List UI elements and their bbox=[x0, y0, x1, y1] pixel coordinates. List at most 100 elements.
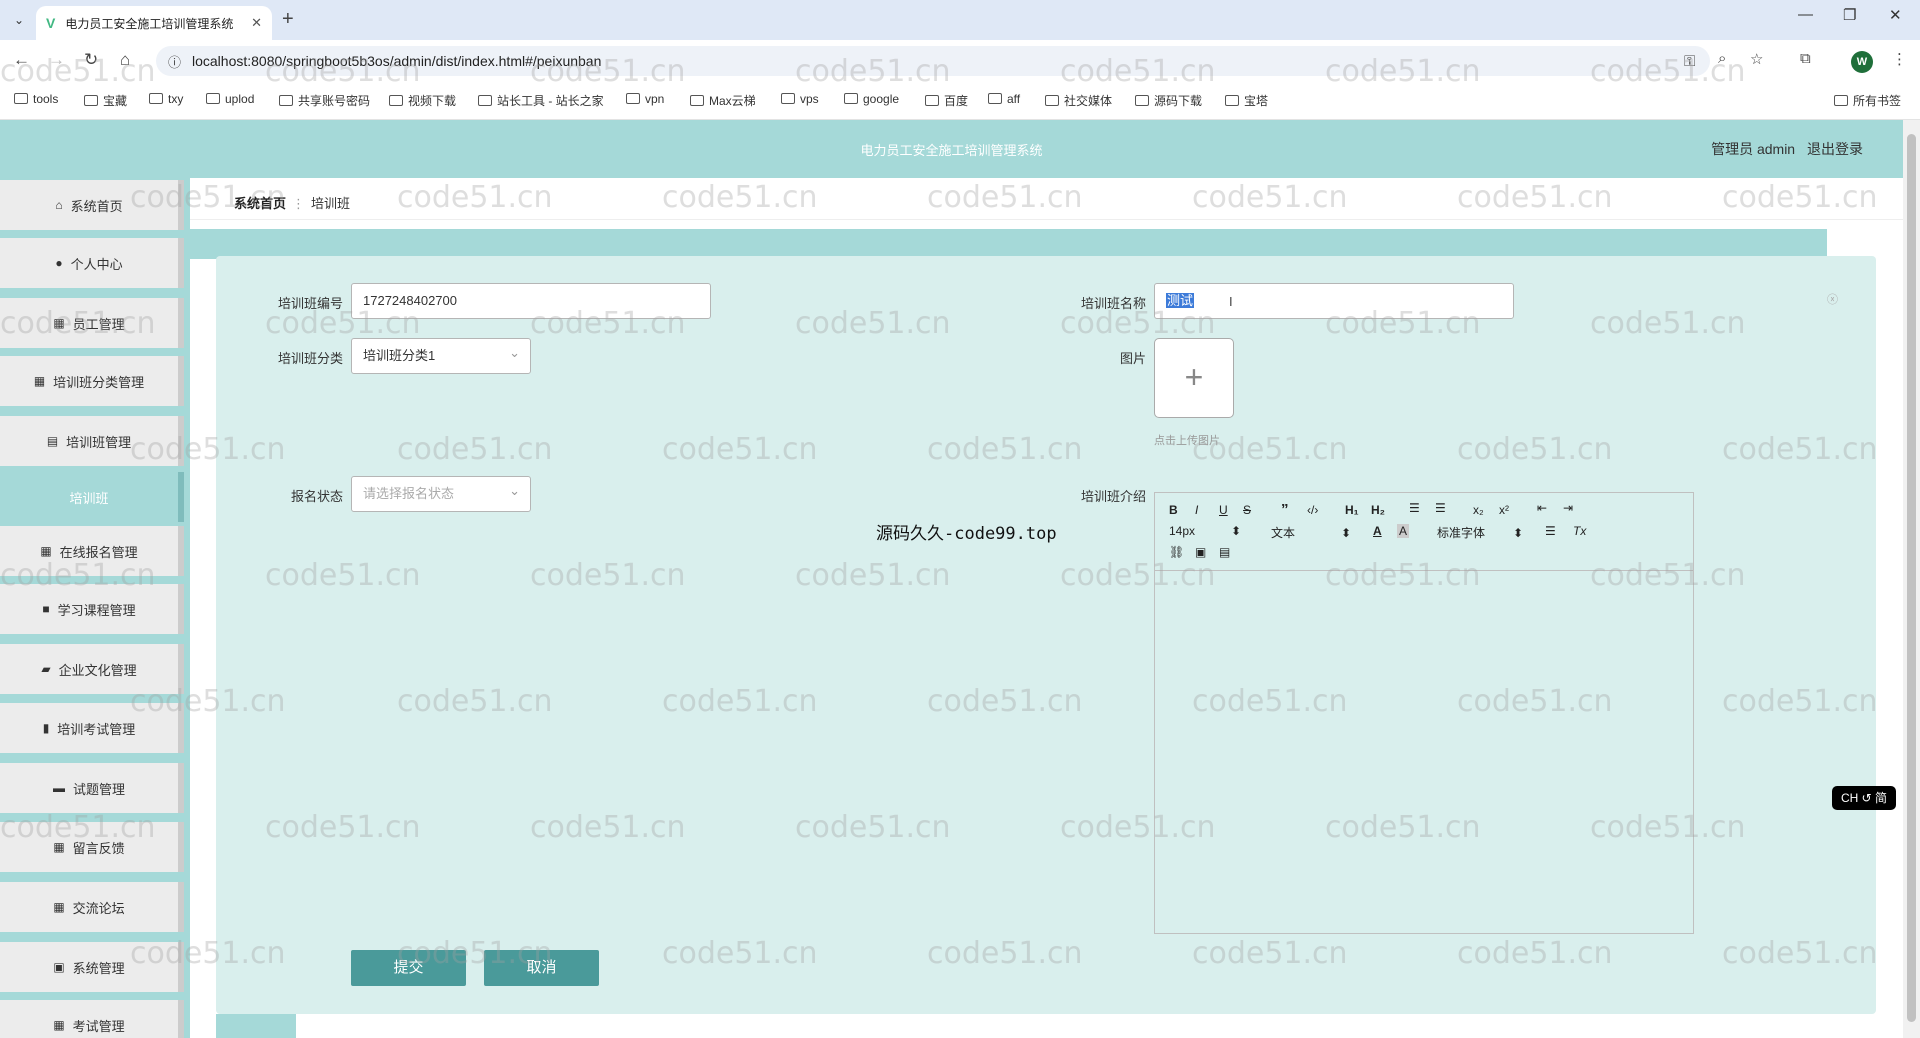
bookmark-item[interactable]: 宝藏 bbox=[84, 92, 127, 109]
page-scrollbar[interactable] bbox=[1903, 120, 1920, 1038]
sidebar-item-class-category[interactable]: ▦ 培训班分类管理 bbox=[0, 356, 184, 406]
sidebar-item-class-manage[interactable]: ▤ 培训班管理 bbox=[0, 416, 184, 466]
sidebar-item-class[interactable]: 培训班 bbox=[0, 472, 184, 522]
bookmark-item[interactable]: txy bbox=[149, 92, 183, 106]
folder-icon bbox=[389, 95, 403, 106]
bookmark-item[interactable]: aff bbox=[988, 92, 1020, 106]
bookmark-item[interactable]: vpn bbox=[626, 92, 664, 106]
bookmark-item[interactable]: 百度 bbox=[925, 92, 968, 109]
reload-icon[interactable]: ↻ bbox=[84, 50, 98, 70]
minimize-icon[interactable]: — bbox=[1798, 6, 1813, 23]
bookmark-item[interactable]: 共享账号密码 bbox=[279, 92, 370, 109]
submit-button[interactable]: 提交 bbox=[351, 950, 466, 986]
bookmark-item[interactable]: 站长工具 - 站长之家 bbox=[478, 92, 604, 109]
folder-icon bbox=[988, 93, 1002, 104]
browser-menu-icon[interactable]: ⋮ bbox=[1892, 50, 1907, 68]
font-size-select[interactable]: 14px ⬍ bbox=[1169, 524, 1241, 538]
bookmark-item[interactable]: tools bbox=[14, 92, 58, 106]
italic-icon[interactable]: I bbox=[1195, 503, 1198, 517]
bold-icon[interactable]: B bbox=[1169, 503, 1178, 517]
all-bookmarks[interactable]: 所有书签 bbox=[1834, 92, 1901, 109]
ordered-list-icon[interactable]: ☰ bbox=[1409, 501, 1420, 515]
forward-icon[interactable]: → bbox=[48, 50, 65, 70]
sidebar-item-forum[interactable]: ▦ 交流论坛 bbox=[0, 882, 184, 932]
code-input[interactable]: 1727248402700 bbox=[351, 283, 711, 319]
close-circle-icon[interactable]: ⓧ bbox=[1827, 291, 1838, 307]
indent-icon[interactable]: ⇥ bbox=[1563, 501, 1573, 515]
bookmark-item[interactable]: 宝塔 bbox=[1225, 92, 1268, 109]
status-label: 报名状态 bbox=[290, 489, 343, 504]
sidebar-item-system[interactable]: ▣ 系统管理 bbox=[0, 942, 184, 992]
browser-tab[interactable]: V 电力员工安全施工培训管理系统 ✕ bbox=[36, 6, 272, 40]
sidebar-item-enroll[interactable]: ▦ 在线报名管理 bbox=[0, 526, 184, 576]
bullet-list-icon[interactable]: ☰ bbox=[1435, 501, 1446, 515]
status-select[interactable]: 请选择报名状态 bbox=[351, 474, 531, 512]
strike-icon[interactable]: S bbox=[1243, 503, 1251, 517]
content-header-strip bbox=[190, 229, 1827, 259]
sidebar-item-employees[interactable]: ▦ 员工管理 bbox=[0, 298, 184, 348]
bookmark-item[interactable]: vps bbox=[781, 92, 819, 106]
quote-icon[interactable]: ” bbox=[1281, 501, 1289, 518]
url-bar[interactable]: ⓘ localhost:8080/springboot5b3os/admin/d… bbox=[156, 46, 1710, 76]
bookmark-item[interactable]: Max云梯 bbox=[690, 92, 756, 109]
h1-icon[interactable]: H₁ bbox=[1345, 503, 1359, 517]
link-icon[interactable]: ⛓ bbox=[1169, 545, 1184, 559]
outdent-icon[interactable]: ⇤ bbox=[1537, 501, 1547, 515]
address-toolbar: ← → ↻ ⌂ ⓘ localhost:8080/springboot5b3os… bbox=[0, 40, 1920, 82]
sidebar-item-exams[interactable]: ▦ 考试管理 bbox=[0, 1000, 184, 1038]
grid-icon: ▦ bbox=[40, 544, 52, 558]
folder-icon bbox=[14, 93, 28, 104]
superscript-icon[interactable]: x² bbox=[1499, 503, 1509, 517]
header-select[interactable]: 文本 ⬍ bbox=[1271, 524, 1351, 541]
category-select[interactable]: 培训班分类1 bbox=[351, 336, 531, 374]
video-icon[interactable]: ▤ bbox=[1219, 545, 1230, 559]
rich-text-editor[interactable]: B I U S ” ‹/› H₁ H₂ ☰ ☰ x₂ x² ⇤ ⇥ 14px ⬍ … bbox=[1154, 492, 1694, 934]
image-upload-button[interactable]: + bbox=[1154, 338, 1234, 418]
sidebar-item-home[interactable]: ⌂ 系统首页 bbox=[0, 180, 184, 230]
subscript-icon[interactable]: x₂ bbox=[1473, 503, 1484, 517]
restore-icon[interactable]: ❐ bbox=[1843, 6, 1856, 24]
ime-indicator[interactable]: CH ↺ 简 bbox=[1832, 786, 1896, 810]
underline-icon[interactable]: U bbox=[1219, 503, 1228, 517]
panel-footer-strip bbox=[216, 1014, 296, 1038]
cancel-button[interactable]: 取消 bbox=[484, 950, 599, 986]
password-key-icon[interactable]: ⚿ bbox=[1684, 53, 1695, 70]
sidebar-item-profile[interactable]: ● 个人中心 bbox=[0, 238, 184, 288]
bookmark-item[interactable]: 视频下载 bbox=[389, 92, 456, 109]
background-color-icon[interactable]: A bbox=[1397, 524, 1410, 538]
tab-search-icon[interactable]: ⌄ bbox=[8, 9, 30, 31]
breadcrumb-home[interactable]: 系统首页 bbox=[234, 196, 286, 211]
bookmark-item[interactable]: google bbox=[844, 92, 899, 106]
bookmark-item[interactable]: 社交媒体 bbox=[1045, 92, 1112, 109]
close-window-icon[interactable]: ✕ bbox=[1889, 6, 1902, 24]
profile-avatar[interactable]: W bbox=[1851, 51, 1873, 73]
bookmark-item[interactable]: uplod bbox=[206, 92, 254, 106]
font-color-icon[interactable]: A bbox=[1373, 524, 1382, 538]
scrollbar-thumb[interactable] bbox=[1907, 134, 1916, 1022]
sidebar-item-feedback[interactable]: ▦ 留言反馈 bbox=[0, 822, 184, 872]
back-icon[interactable]: ← bbox=[13, 50, 30, 70]
image-icon[interactable]: ▣ bbox=[1195, 545, 1206, 559]
zoom-icon[interactable]: ⌕ bbox=[1718, 50, 1726, 67]
sidebar-item-exam-training[interactable]: ▮ 培训考试管理 bbox=[0, 703, 184, 753]
sheet-icon bbox=[279, 95, 293, 106]
name-input[interactable]: 测试 I bbox=[1154, 283, 1514, 319]
new-tab-button[interactable]: + bbox=[282, 8, 294, 31]
bookmark-item[interactable]: 源码下载 bbox=[1135, 92, 1202, 109]
code-label: 培训班编号 bbox=[277, 296, 343, 311]
align-icon[interactable]: ☰ bbox=[1545, 524, 1556, 538]
sidebar-item-questions[interactable]: ▬ 试题管理 bbox=[0, 763, 184, 813]
code-icon[interactable]: ‹/› bbox=[1307, 503, 1318, 517]
sidebar-item-culture[interactable]: ▰ 企业文化管理 bbox=[0, 644, 184, 694]
grid-icon: ▦ bbox=[53, 316, 65, 330]
bookmark-star-icon[interactable]: ☆ bbox=[1750, 50, 1763, 68]
h2-icon[interactable]: H₂ bbox=[1371, 503, 1385, 517]
font-family-select[interactable]: 标准字体 ⬍ bbox=[1437, 524, 1523, 541]
extensions-icon[interactable]: ⧉ bbox=[1800, 50, 1811, 67]
home-icon[interactable]: ⌂ bbox=[120, 50, 130, 70]
site-info-icon[interactable]: ⓘ bbox=[168, 52, 181, 71]
tab-close-icon[interactable]: ✕ bbox=[251, 15, 262, 31]
logout-link[interactable]: 退出登录 bbox=[1807, 141, 1863, 157]
sidebar-item-courses[interactable]: ■ 学习课程管理 bbox=[0, 584, 184, 634]
clear-format-icon[interactable]: Tx bbox=[1573, 524, 1586, 538]
